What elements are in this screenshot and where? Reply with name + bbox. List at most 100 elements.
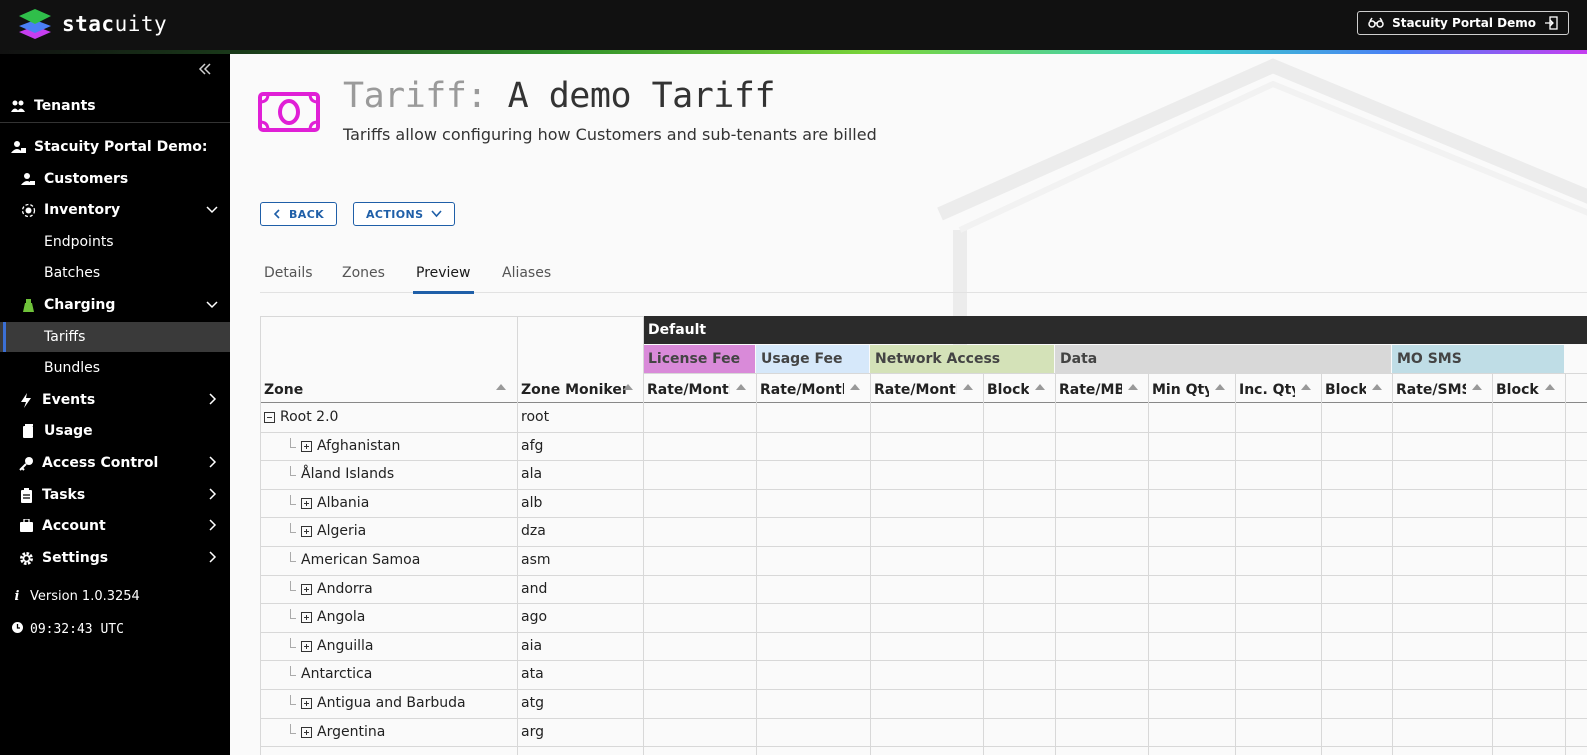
main-content: Tariff: A demo Tariff Tariffs allow conf… [230, 54, 1587, 755]
sort-ascending-icon[interactable] [1545, 384, 1555, 390]
zone-cell: Angola [317, 609, 366, 626]
zone-cell: Andorra [317, 580, 373, 597]
zone-cell: Antarctica [301, 666, 373, 683]
lightning-icon [18, 392, 34, 408]
sort-ascending-icon[interactable] [1215, 384, 1225, 390]
column-header[interactable]: Rate/Month [874, 378, 957, 402]
actions-button-label: ACTIONS [366, 207, 424, 221]
expand-plus-icon[interactable] [301, 726, 312, 738]
column-header[interactable]: Rate/Month [647, 378, 730, 402]
account-menu-label: Stacuity Portal Demo [1392, 16, 1536, 30]
subheader-line [643, 373, 1587, 374]
sort-ascending-icon[interactable] [1128, 384, 1138, 390]
inventory-icon [20, 202, 36, 218]
version-text: Version 1.0.3254 [30, 589, 140, 604]
collapse-minus-icon[interactable] [264, 412, 275, 423]
chevron-down-icon [206, 203, 218, 219]
tab-zones[interactable]: Zones [342, 265, 385, 293]
sidebar-item-inventory[interactable]: Inventory [0, 195, 230, 225]
column-header[interactable]: Block [1496, 378, 1539, 402]
sidebar-item-label: Inventory [44, 202, 121, 218]
zone-cell: Albania [317, 494, 370, 511]
sidebar-item-customers[interactable]: Customers [0, 164, 230, 194]
sort-ascending-icon[interactable] [623, 384, 633, 390]
column-header[interactable]: Min Qty [1152, 378, 1209, 402]
chevron-right-icon [206, 456, 218, 472]
sidebar-item-label: Charging [44, 297, 116, 313]
zone-cell: American Samoa [301, 552, 421, 568]
sort-ascending-icon[interactable] [496, 384, 506, 390]
sort-ascending-icon[interactable] [850, 384, 860, 390]
section-header: MO SMS [1392, 345, 1564, 373]
sidebar-item-tenants[interactable]: Tenants [0, 91, 230, 121]
sidebar-item-batches[interactable]: Batches [0, 258, 230, 288]
sidebar-item-charging[interactable]: Charging [0, 290, 230, 320]
expand-plus-icon[interactable] [301, 440, 312, 452]
sidebar-item-label: Access Control [42, 455, 159, 471]
sidebar-item-events[interactable]: Events [0, 385, 230, 415]
zone-moniker-column-header[interactable]: Zone Moniker [521, 378, 631, 402]
moniker-cell: atg [521, 695, 544, 711]
sidebar-item-label: Endpoints [44, 234, 114, 250]
tab-details[interactable]: Details [264, 265, 313, 293]
expand-plus-icon[interactable] [301, 640, 312, 652]
sort-ascending-icon[interactable] [1035, 384, 1045, 390]
back-button-label: BACK [289, 207, 325, 221]
sidebar-item-current-tenant[interactable]: Stacuity Portal Demo: [0, 132, 230, 162]
column-header[interactable]: Block [1325, 378, 1366, 402]
moniker-cell: arg [521, 723, 544, 740]
sidebar-item-label: Account [42, 518, 106, 534]
zone-cell: Algeria [317, 523, 367, 540]
sidebar-item-endpoints[interactable]: Endpoints [0, 227, 230, 257]
column-header[interactable]: Block [987, 378, 1029, 402]
sidebar-item-usage[interactable]: Usage [0, 416, 230, 446]
server-clock: 09:32:43 UTC [10, 621, 124, 638]
sidebar-item-settings[interactable]: Settings [0, 543, 230, 573]
tree-connector [290, 723, 296, 734]
tree-connector [290, 637, 296, 648]
collapse-sidebar-icon[interactable] [198, 62, 216, 80]
tab-aliases[interactable]: Aliases [502, 265, 551, 293]
sort-ascending-icon[interactable] [736, 384, 746, 390]
expand-plus-icon[interactable] [301, 698, 312, 709]
brand-logo[interactable]: stacuity [18, 8, 167, 40]
expand-plus-icon[interactable] [301, 583, 312, 595]
charging-icon [20, 297, 36, 313]
column-header[interactable]: Rate/MB [1059, 378, 1122, 402]
sort-ascending-icon[interactable] [1472, 384, 1482, 390]
sort-ascending-icon[interactable] [963, 384, 973, 390]
back-button[interactable]: BACK [260, 202, 338, 226]
expand-plus-icon[interactable] [301, 612, 312, 624]
sign-out-icon [1545, 16, 1558, 30]
sidebar-item-bundles[interactable]: Bundles [0, 353, 230, 383]
page-subtitle: Tariffs allow configuring how Customers … [343, 125, 877, 144]
sort-ascending-icon[interactable] [1301, 384, 1311, 390]
info-icon: i [14, 589, 20, 604]
sidebar-item-account[interactable]: Account [0, 511, 230, 541]
column-header[interactable]: Rate/SMS [1396, 378, 1466, 402]
tab-preview[interactable]: Preview [413, 265, 473, 294]
chevron-right-icon [206, 393, 218, 409]
account-menu-button[interactable]: Stacuity Portal Demo [1357, 11, 1569, 35]
tree-connector [290, 695, 296, 705]
sidebar-item-tariffs[interactable]: Tariffs [0, 322, 230, 352]
zone-cell: Root 2.0 [280, 409, 339, 425]
column-header[interactable]: Inc. Qty [1239, 378, 1295, 402]
zone-column-header[interactable]: Zone [264, 378, 494, 402]
tenants-icon [10, 98, 26, 114]
sidebar-item-tasks[interactable]: Tasks [0, 480, 230, 510]
sidebar-item-label: Settings [42, 550, 109, 566]
actions-button[interactable]: ACTIONS [353, 202, 456, 226]
tree-connector [290, 666, 296, 677]
tree-connector [290, 552, 296, 562]
chevron-right-icon [206, 488, 218, 504]
expand-plus-icon[interactable] [301, 497, 312, 509]
sidebar-item-label: Events [42, 392, 96, 408]
expand-plus-icon[interactable] [301, 526, 312, 538]
zone-cell: Åland Islands [301, 466, 395, 483]
sort-ascending-icon[interactable] [1372, 384, 1382, 390]
sidebar-item-access-control[interactable]: Access Control [0, 448, 230, 478]
sidebar-item-label: Tasks [42, 487, 86, 503]
column-header[interactable]: Rate/Month [760, 378, 844, 402]
moniker-cell: root [521, 409, 550, 425]
